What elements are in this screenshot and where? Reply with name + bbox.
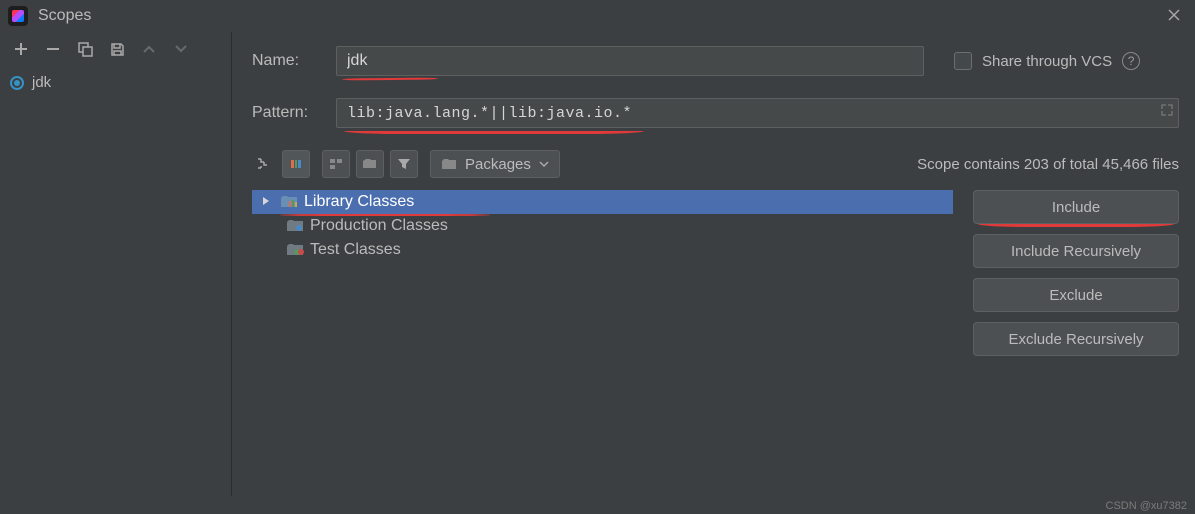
compact-folders-icon[interactable] — [356, 150, 384, 178]
expand-icon[interactable] — [1161, 104, 1173, 119]
expand-arrow-icon[interactable] — [262, 195, 272, 209]
flatten-packages-icon[interactable] — [322, 150, 350, 178]
share-label: Share through VCS — [982, 53, 1112, 70]
exclude-recursively-button[interactable]: Exclude Recursively — [973, 322, 1179, 356]
highlight-icon[interactable] — [282, 150, 310, 178]
tree-row[interactable]: Production Classes — [252, 214, 953, 238]
sidebar-item-scope[interactable]: jdk — [0, 70, 231, 95]
tree-row[interactable]: Test Classes — [252, 238, 953, 262]
add-icon[interactable] — [12, 40, 30, 58]
include-button[interactable]: Include — [973, 190, 1179, 224]
name-label: Name: — [252, 52, 336, 70]
save-icon[interactable] — [108, 40, 126, 58]
move-down-icon[interactable] — [172, 40, 190, 58]
library-folder-icon — [280, 195, 296, 209]
move-up-icon[interactable] — [140, 40, 158, 58]
include-recursively-button[interactable]: Include Recursively — [973, 234, 1179, 268]
watermark: CSDN @xu7382 — [1106, 500, 1187, 512]
pattern-input[interactable] — [336, 98, 1179, 128]
production-folder-icon — [286, 219, 302, 233]
tree-row[interactable]: Library Classes — [252, 190, 953, 214]
name-input[interactable] — [336, 46, 924, 76]
remove-icon[interactable] — [44, 40, 62, 58]
copy-icon[interactable] — [76, 40, 94, 58]
close-icon[interactable] — [1163, 6, 1185, 27]
scope-status-text: Scope contains 203 of total 45,466 files — [917, 156, 1179, 173]
chevron-down-icon — [539, 161, 549, 167]
pattern-label: Pattern: — [252, 104, 336, 122]
tree-item-label: Production Classes — [310, 217, 448, 235]
exclude-button[interactable]: Exclude — [973, 278, 1179, 312]
tree[interactable]: Library Classes Production Classes Test … — [252, 190, 953, 496]
folder-icon — [441, 157, 457, 171]
packages-dropdown[interactable]: Packages — [430, 150, 560, 178]
window-title: Scopes — [38, 7, 91, 25]
filter-icon[interactable] — [390, 150, 418, 178]
help-icon[interactable]: ? — [1122, 52, 1140, 70]
test-folder-icon — [286, 243, 302, 257]
share-checkbox[interactable] — [954, 52, 972, 70]
tree-view-icon[interactable] — [252, 150, 276, 178]
app-icon — [8, 6, 28, 26]
scope-local-icon — [10, 76, 24, 90]
sidebar-item-label: jdk — [32, 74, 51, 91]
tree-item-label: Library Classes — [304, 193, 414, 211]
tree-item-label: Test Classes — [310, 241, 401, 259]
dropdown-label: Packages — [465, 156, 531, 173]
